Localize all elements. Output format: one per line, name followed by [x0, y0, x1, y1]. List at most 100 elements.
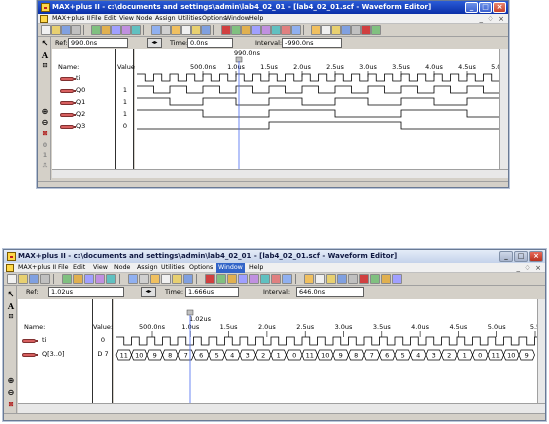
- toolbar-button-icon[interactable]: [241, 25, 251, 35]
- toolbar-button-icon[interactable]: [238, 274, 248, 284]
- toolbar-button-icon[interactable]: [181, 25, 191, 35]
- text-tool-icon[interactable]: A: [6, 301, 16, 311]
- menu-node[interactable]: Node: [136, 14, 152, 24]
- menu-maxplus[interactable]: MAX+plus II: [18, 263, 56, 273]
- menu-edit[interactable]: Edit: [104, 14, 116, 24]
- menu-utilities[interactable]: Utilities: [178, 14, 202, 24]
- toolbar-button-icon[interactable]: [171, 25, 181, 35]
- toolbar-button-icon[interactable]: [150, 274, 160, 284]
- maximize-button[interactable]: □: [514, 251, 528, 262]
- toolbar-button-icon[interactable]: [101, 25, 111, 35]
- toolbar-button-icon[interactable]: [341, 25, 351, 35]
- waveform-area[interactable]: 500.0ns 1.0us 1.5us 2.0us 2.5us 3.0us 3.5us 4.0…: [135, 49, 543, 169]
- toolbar-button-icon[interactable]: [304, 274, 314, 284]
- toolbar-button-icon[interactable]: [315, 274, 325, 284]
- zoom-out-icon[interactable]: ⊖: [6, 388, 16, 398]
- title-bar[interactable]: MAX+plus II - c:\documents and settings\…: [38, 1, 508, 14]
- menu-window[interactable]: Window: [225, 14, 250, 24]
- menu-view[interactable]: View: [119, 14, 134, 24]
- toolbar-button-icon[interactable]: [321, 25, 331, 35]
- level-0-icon[interactable]: 0: [40, 141, 50, 151]
- menu-assign[interactable]: Assign: [155, 14, 176, 24]
- fit-window-icon[interactable]: ⊠: [6, 400, 16, 410]
- toolbar-button-icon[interactable]: [18, 274, 28, 284]
- toolbar-button-icon[interactable]: [351, 25, 361, 35]
- toolbar-button-icon[interactable]: [131, 25, 141, 35]
- toolbar-button-icon[interactable]: [370, 274, 380, 284]
- minimize-button[interactable]: _: [465, 2, 478, 13]
- toolbar-button-icon[interactable]: [249, 274, 259, 284]
- toolbar-button-icon[interactable]: [331, 25, 341, 35]
- menu-view[interactable]: View: [93, 263, 108, 273]
- node-tool-icon[interactable]: ⊡: [40, 61, 50, 71]
- minimize-button[interactable]: _: [499, 251, 513, 262]
- mdi-controls[interactable]: _ ♢ ×: [516, 263, 541, 273]
- toolbar-button-icon[interactable]: [281, 25, 291, 35]
- toolbar-button-icon[interactable]: [121, 25, 131, 35]
- ref-step-arrows[interactable]: ◂▸: [147, 38, 162, 48]
- toolbar-button-icon[interactable]: [91, 25, 101, 35]
- horizontal-scrollbar[interactable]: [18, 403, 545, 413]
- toolbar-button-icon[interactable]: [221, 25, 231, 35]
- vertical-scrollbar[interactable]: [499, 49, 508, 169]
- menu-options[interactable]: Options: [202, 14, 226, 24]
- menu-help[interactable]: Help: [249, 14, 263, 24]
- toolbar-button-icon[interactable]: [205, 274, 215, 284]
- app-menu-icon[interactable]: [6, 264, 14, 272]
- toolbar-button-icon[interactable]: [216, 274, 226, 284]
- level-1-icon[interactable]: 1: [40, 151, 50, 161]
- signal-name[interactable]: ti: [76, 74, 80, 82]
- close-button[interactable]: ×: [493, 2, 506, 13]
- toolbar-button-icon[interactable]: [361, 25, 371, 35]
- menu-edit[interactable]: Edit: [73, 263, 85, 273]
- toolbar-button-icon[interactable]: [371, 25, 381, 35]
- toolbar-button-icon[interactable]: [172, 274, 182, 284]
- menu-maxplus[interactable]: MAX+plus II: [52, 14, 90, 24]
- text-tool-icon[interactable]: A: [40, 50, 50, 60]
- toolbar-button-icon[interactable]: [282, 274, 292, 284]
- toolbar-button-icon[interactable]: [161, 25, 171, 35]
- mdi-controls[interactable]: _ ♢ ×: [479, 14, 504, 24]
- signal-name[interactable]: ti: [42, 336, 46, 344]
- maximize-button[interactable]: □: [479, 2, 492, 13]
- toolbar-button-icon[interactable]: [95, 274, 105, 284]
- toolbar-button-icon[interactable]: [326, 274, 336, 284]
- toolbar-button-icon[interactable]: [311, 25, 321, 35]
- toolbar-button-icon[interactable]: [348, 274, 358, 284]
- toolbar-button-icon[interactable]: [41, 25, 51, 35]
- toolbar-button-icon[interactable]: [191, 25, 201, 35]
- vertical-scrollbar[interactable]: [537, 299, 545, 403]
- toolbar-button-icon[interactable]: [392, 274, 402, 284]
- menu-utilities[interactable]: Utilities: [161, 263, 185, 273]
- toolbar-button-icon[interactable]: [128, 274, 138, 284]
- waveform-canvas[interactable]: 500.0ns 1.0us 1.5us 2.0us 2.5us 3.0us 3.5us 4.0…: [114, 299, 540, 403]
- toolbar-button-icon[interactable]: [61, 25, 71, 35]
- zoom-in-icon[interactable]: ⊕: [40, 107, 50, 117]
- toolbar-button-icon[interactable]: [260, 274, 270, 284]
- toolbar-button-icon[interactable]: [381, 274, 391, 284]
- selection-arrow-icon[interactable]: ↖: [6, 290, 16, 300]
- toolbar-button-icon[interactable]: [106, 274, 116, 284]
- ref-field[interactable]: 990.0ns: [68, 38, 128, 48]
- toolbar-button-icon[interactable]: [359, 274, 369, 284]
- menu-file[interactable]: File: [58, 263, 69, 273]
- app-menu-icon[interactable]: [40, 15, 48, 23]
- toolbar-button-icon[interactable]: [271, 274, 281, 284]
- toolbar-button-icon[interactable]: [29, 274, 39, 284]
- toolbar-button-icon[interactable]: [40, 274, 50, 284]
- signal-name[interactable]: Q2: [76, 110, 85, 118]
- zoom-out-icon[interactable]: ⊖: [40, 118, 50, 128]
- toolbar-button-icon[interactable]: [73, 274, 83, 284]
- waveform-canvas[interactable]: 500.0ns 1.0us 1.5us 2.0us 2.5us 3.0us 3.5us 4.0…: [135, 49, 543, 169]
- title-bar[interactable]: MAX+plus II - c:\documents and settings\…: [4, 250, 545, 263]
- toolbar-button-icon[interactable]: [161, 274, 171, 284]
- toolbar-button-icon[interactable]: [183, 274, 193, 284]
- toolbar-button-icon[interactable]: [271, 25, 281, 35]
- menu-window[interactable]: Window: [216, 263, 245, 273]
- toolbar-button-icon[interactable]: [7, 274, 17, 284]
- toolbar-button-icon[interactable]: [139, 274, 149, 284]
- toolbar-button-icon[interactable]: [251, 25, 261, 35]
- ref-field[interactable]: 1.02us: [48, 287, 124, 297]
- selection-arrow-icon[interactable]: ↖: [40, 39, 50, 49]
- signal-name[interactable]: Q0: [76, 86, 85, 94]
